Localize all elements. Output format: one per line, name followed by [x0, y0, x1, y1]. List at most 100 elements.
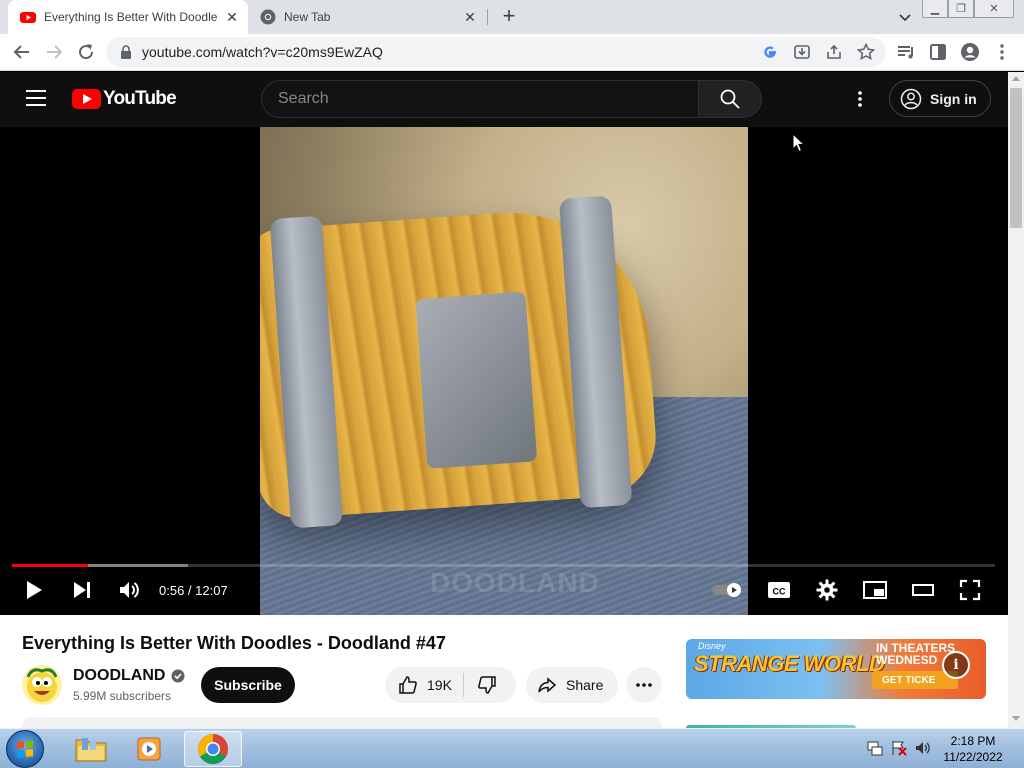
fullscreen-icon[interactable]: [958, 578, 982, 602]
chrome-menu-icon[interactable]: [990, 40, 1014, 64]
tab-title: Everything Is Better With Doodle: [44, 10, 218, 24]
subtitles-icon[interactable]: CC: [767, 578, 791, 602]
reload-icon[interactable]: [74, 40, 98, 64]
browser-toolbar: youtube.com/watch?v=c20ms9EwZAQ: [0, 34, 1024, 71]
address-bar[interactable]: youtube.com/watch?v=c20ms9EwZAQ: [106, 37, 886, 67]
ad-banner[interactable]: Disney STRANGE WORLD IN THEATERS WEDNESD…: [686, 639, 986, 699]
restore-button[interactable]: ❐: [948, 0, 974, 18]
miniplayer-icon[interactable]: [862, 578, 888, 602]
thumbs-down-icon: [478, 676, 496, 694]
settings-gear-icon[interactable]: [815, 578, 839, 602]
taskbar-clock[interactable]: 2:18 PM 11/22/2022: [930, 733, 1016, 765]
profile-icon[interactable]: [958, 40, 982, 64]
youtube-icon: [20, 12, 36, 23]
scroll-up-arrow-icon[interactable]: [1012, 76, 1020, 81]
more-horizontal-icon: [636, 683, 652, 687]
thumbs-up-icon: [399, 676, 417, 694]
tab-separator: [487, 9, 488, 25]
windows-logo-icon: [17, 740, 33, 758]
more-actions-button[interactable]: [626, 667, 662, 703]
chevron-down-icon[interactable]: [894, 6, 916, 28]
share-arrow-icon: [538, 677, 557, 693]
hamburger-menu-icon[interactable]: [26, 90, 46, 106]
video-player[interactable]: DOODLAND 0:56 / 12:07 CC: [0, 127, 1008, 615]
tab-title: New Tab: [284, 10, 331, 24]
chrome-icon: [260, 9, 276, 25]
ad-info-icon[interactable]: i: [942, 651, 970, 679]
tab-strip: Everything Is Better With Doodle ✕ New T…: [0, 0, 1024, 34]
youtube-logo-text: YouTube: [103, 88, 177, 109]
video-treasure-chest: [260, 195, 660, 529]
autoplay-toggle[interactable]: [710, 578, 746, 602]
start-button[interactable]: [6, 730, 44, 768]
sign-in-label: Sign in: [930, 90, 977, 107]
media-control-icon[interactable]: [894, 40, 918, 64]
clock-date: 11/22/2022: [943, 750, 1003, 764]
window-controls: ▁ ❐ ✕: [922, 0, 1014, 18]
next-icon[interactable]: [70, 578, 94, 602]
channel-name[interactable]: DOODLAND: [73, 667, 185, 685]
google-icon[interactable]: [760, 42, 780, 62]
mouse-cursor-icon: [792, 133, 806, 153]
search-input[interactable]: Search: [261, 80, 698, 118]
time-display: 0:56 / 12:07: [159, 583, 228, 598]
bookmark-star-icon[interactable]: [856, 42, 876, 62]
chrome-logo-icon: [197, 734, 229, 765]
like-count: 19K: [427, 677, 452, 693]
url-text: youtube.com/watch?v=c20ms9EwZAQ: [142, 44, 383, 60]
network-icon[interactable]: [866, 739, 884, 757]
search-placeholder: Search: [278, 90, 329, 107]
close-window-button[interactable]: ✕: [974, 0, 1014, 18]
theater-mode-icon[interactable]: [910, 578, 936, 602]
ad-brand: Disney: [698, 641, 726, 651]
play-icon[interactable]: [22, 578, 46, 602]
description-box[interactable]: [22, 717, 662, 728]
played-bar: [12, 564, 88, 567]
volume-icon[interactable]: [117, 578, 141, 602]
close-tab-icon[interactable]: ✕: [460, 7, 480, 27]
install-icon[interactable]: [792, 42, 812, 62]
video-title: Everything Is Better With Doodles - Dood…: [22, 633, 446, 653]
page-scrollbar[interactable]: [1008, 72, 1024, 728]
lock-icon[interactable]: [120, 45, 132, 59]
like-button[interactable]: 19K: [385, 667, 463, 703]
share-label: Share: [566, 677, 604, 693]
share-page-icon[interactable]: [824, 42, 844, 62]
folder-icon: [75, 738, 107, 762]
forward-icon[interactable]: [42, 40, 66, 64]
tab-new-tab[interactable]: New Tab ✕: [250, 0, 486, 34]
new-tab-button[interactable]: +: [496, 5, 522, 29]
media-player-icon: [137, 737, 161, 761]
taskbar-media-player[interactable]: [120, 731, 178, 767]
system-tray: [866, 739, 932, 757]
settings-kebab-icon[interactable]: [850, 89, 870, 109]
verified-icon: [171, 669, 185, 683]
sign-in-button[interactable]: Sign in: [889, 80, 991, 117]
taskbar-explorer[interactable]: [62, 731, 120, 767]
svg-text:CC: CC: [773, 587, 786, 597]
dislike-button[interactable]: [469, 673, 505, 697]
back-icon[interactable]: [10, 40, 34, 64]
youtube-play-logo-icon: [72, 89, 101, 109]
video-watermark: DOODLAND: [430, 567, 600, 598]
progress-bar[interactable]: [12, 564, 995, 567]
windows-taskbar: 2:18 PM 11/22/2022: [0, 728, 1024, 768]
video-frame[interactable]: DOODLAND: [260, 127, 748, 615]
scrollbar-thumb[interactable]: [1010, 88, 1022, 228]
youtube-page: YouTube Search Sign in DOODLAND 0:56 / 1…: [0, 72, 1008, 728]
channel-avatar[interactable]: [22, 665, 62, 705]
scroll-down-arrow-icon[interactable]: [1012, 716, 1020, 721]
channel-name-text: DOODLAND: [73, 667, 166, 684]
subscribe-button[interactable]: Subscribe: [201, 667, 295, 703]
search-button[interactable]: [698, 80, 762, 118]
tab-youtube[interactable]: Everything Is Better With Doodle ✕: [8, 0, 248, 34]
close-tab-icon[interactable]: ✕: [222, 7, 242, 27]
ad-movie-title: STRANGE WORLD: [694, 651, 885, 676]
minimize-button[interactable]: ▁: [922, 0, 948, 18]
side-panel-icon[interactable]: [926, 40, 950, 64]
action-center-flag-icon[interactable]: [890, 739, 908, 757]
youtube-logo[interactable]: YouTube: [72, 88, 177, 110]
taskbar-chrome[interactable]: [184, 731, 242, 767]
share-button[interactable]: Share: [526, 667, 618, 703]
like-dislike-group: 19K: [385, 667, 516, 703]
